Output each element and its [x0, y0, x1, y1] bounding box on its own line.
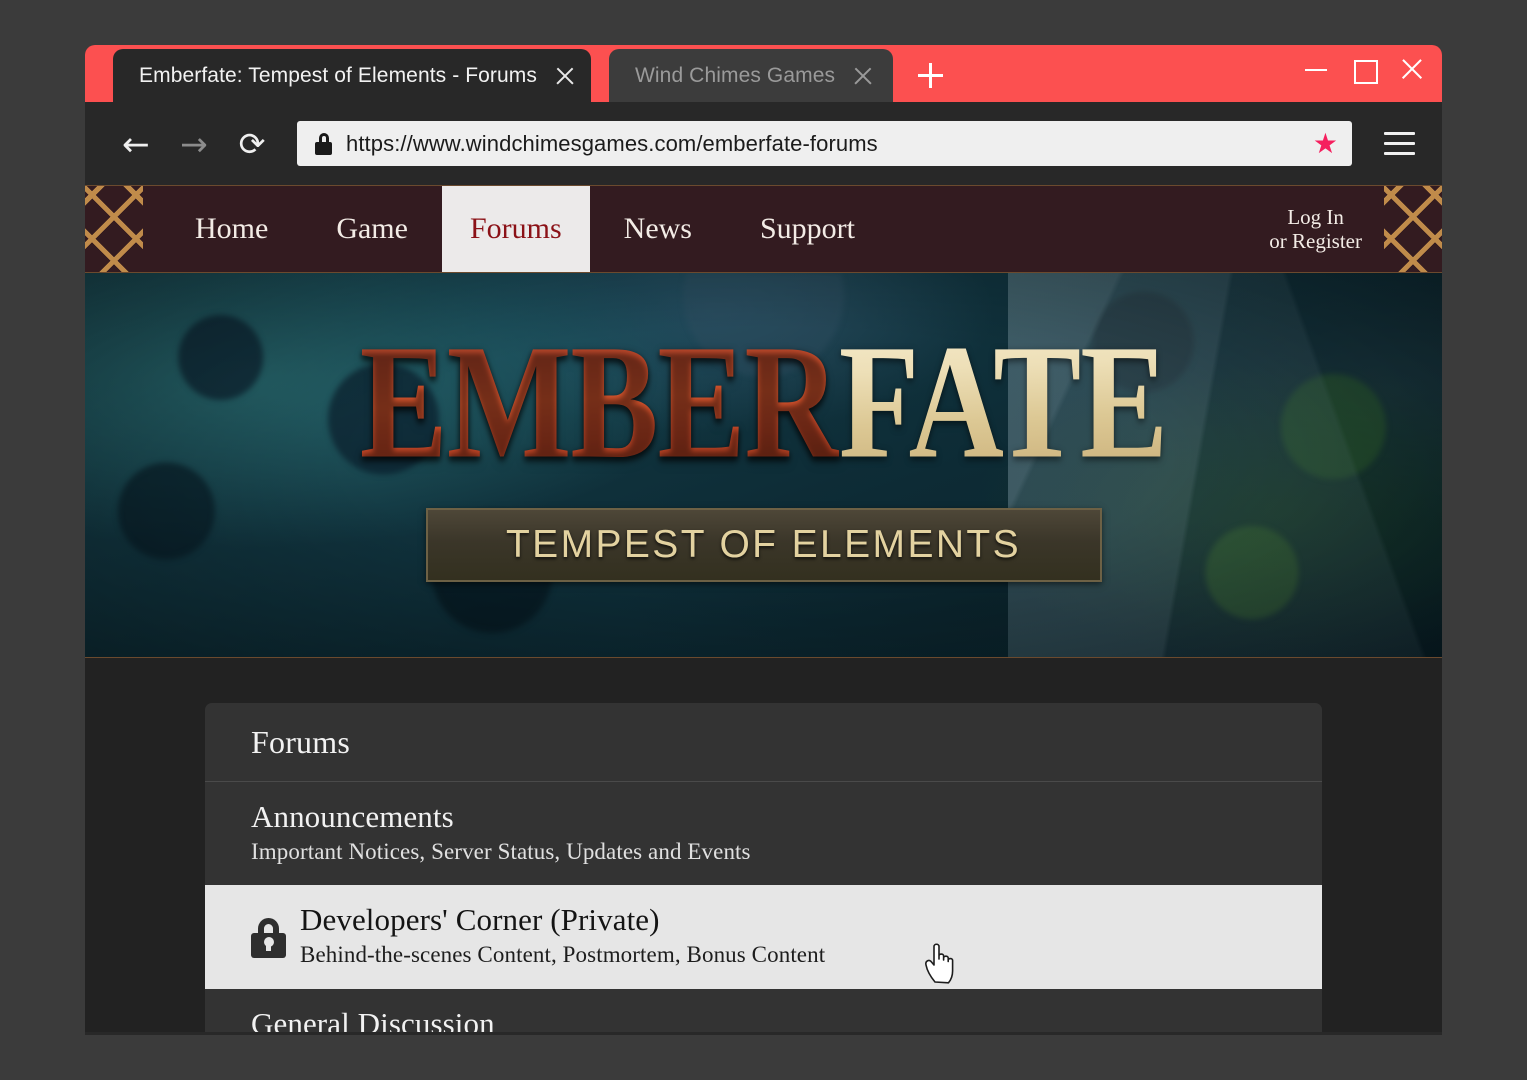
page-viewport: Home Game Forums News Support Log In or … [85, 185, 1442, 1032]
forum-card-header: Forums [205, 703, 1322, 782]
arrow-left-icon: ← [122, 127, 150, 160]
window-controls [1300, 54, 1428, 86]
url-text: https://www.windchimesgames.com/emberfat… [346, 131, 878, 157]
tab-title: Emberfate: Tempest of Elements - Forums [139, 64, 537, 88]
browser-tab-inactive[interactable]: Wind Chimes Games [609, 49, 893, 102]
game-logo: EMBERFATE [360, 320, 1168, 484]
browser-window: Emberfate: Tempest of Elements - Forums … [85, 45, 1442, 1035]
browser-titlebar: Emberfate: Tempest of Elements - Forums … [85, 45, 1442, 102]
hero-banner: EMBERFATE TEMPEST OF ELEMENTS [85, 273, 1442, 658]
tab-close-icon[interactable] [553, 64, 577, 88]
menu-button[interactable] [1374, 119, 1424, 169]
close-window-button[interactable] [1396, 54, 1428, 86]
new-tab-button[interactable] [907, 52, 953, 98]
site-nav-items: Home Game Forums News Support Log In or … [143, 186, 1384, 272]
forum-row-announcements[interactable]: Announcements Important Notices, Server … [205, 782, 1322, 885]
login-label: Log In [1287, 205, 1344, 229]
lock-icon [315, 133, 332, 155]
nav-item-home[interactable]: Home [143, 186, 302, 272]
hamburger-line [1384, 142, 1415, 145]
hamburger-line [1384, 152, 1415, 155]
reload-icon: ⟳ [239, 128, 266, 160]
logo-fate-text: FATE [839, 320, 1167, 484]
browser-toolbar: ← → ⟳ https://www.windchimesgames.com/em… [85, 102, 1442, 185]
nav-item-forums[interactable]: Forums [442, 186, 590, 272]
forum-row-developers-corner[interactable]: Developers' Corner (Private) Behind-the-… [205, 885, 1322, 988]
forum-row-general-discussion[interactable]: General Discussion Community discussions… [205, 989, 1322, 1032]
forum-card: Forums Announcements Important Notices, … [205, 703, 1322, 1032]
lock-icon [251, 918, 286, 958]
forward-button[interactable]: → [167, 117, 221, 171]
forum-name: Developers' Corner (Private) [300, 902, 825, 939]
forum-description: Important Notices, Server Status, Update… [251, 838, 751, 867]
page-title: Forums [251, 724, 350, 761]
forum-name: Announcements [251, 799, 751, 836]
nav-item-support[interactable]: Support [726, 186, 889, 272]
logo-ember-text: EMBER [360, 320, 839, 484]
ornament-right-icon [1384, 186, 1442, 272]
game-subtitle: TEMPEST OF ELEMENTS [506, 523, 1021, 567]
nav-item-game[interactable]: Game [302, 186, 442, 272]
nav-item-news[interactable]: News [590, 186, 726, 272]
back-button[interactable]: ← [109, 117, 163, 171]
forum-row-text: Developers' Corner (Private) Behind-the-… [300, 902, 825, 969]
tab-title: Wind Chimes Games [635, 64, 835, 88]
register-label: or Register [1269, 229, 1362, 253]
bookmark-star-icon[interactable]: ★ [1313, 130, 1338, 158]
hero-content: EMBERFATE TEMPEST OF ELEMENTS [85, 273, 1442, 657]
ornament-left-icon [85, 186, 143, 272]
forum-description: Behind-the-scenes Content, Postmortem, B… [300, 941, 825, 970]
maximize-button[interactable] [1348, 54, 1380, 86]
login-register-link[interactable]: Log In or Register [1269, 186, 1384, 272]
page-body: Forums Announcements Important Notices, … [85, 658, 1442, 1032]
nav-spacer [889, 186, 1269, 272]
minimize-button[interactable] [1300, 54, 1332, 86]
browser-tab-active[interactable]: Emberfate: Tempest of Elements - Forums [113, 49, 591, 102]
hamburger-line [1384, 132, 1415, 135]
tab-close-icon[interactable] [851, 64, 875, 88]
forum-row-text: General Discussion Community discussions… [251, 1006, 852, 1032]
forum-row-text: Announcements Important Notices, Server … [251, 799, 751, 866]
address-bar[interactable]: https://www.windchimesgames.com/emberfat… [297, 121, 1352, 166]
reload-button[interactable]: ⟳ [225, 117, 279, 171]
arrow-right-icon: → [180, 127, 208, 160]
site-navbar: Home Game Forums News Support Log In or … [85, 185, 1442, 273]
forum-name: General Discussion [251, 1006, 852, 1032]
subtitle-plaque: TEMPEST OF ELEMENTS [426, 508, 1102, 582]
